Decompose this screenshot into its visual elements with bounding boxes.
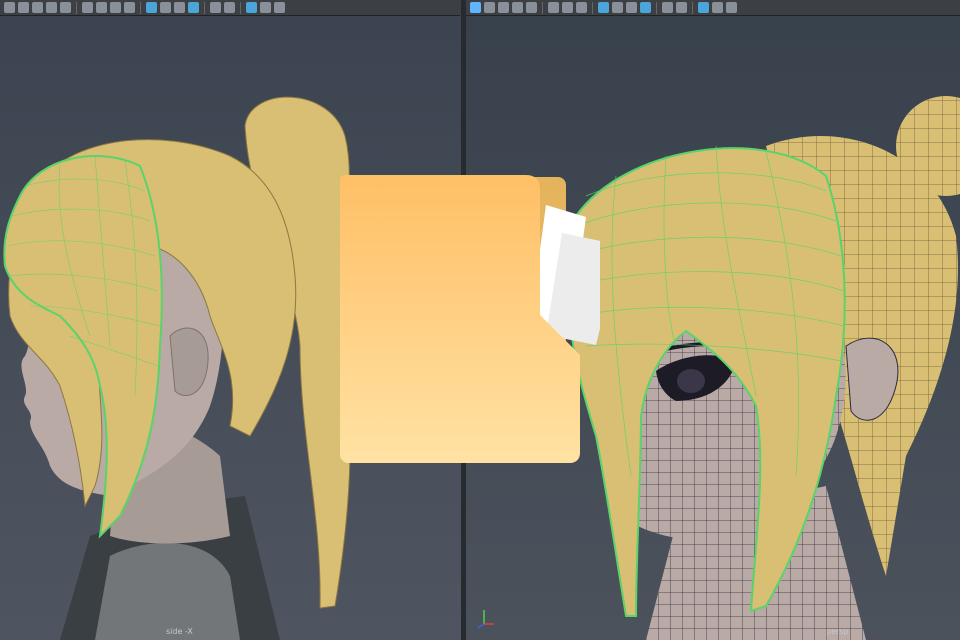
grid-icon[interactable]: [82, 2, 93, 13]
select-camera-icon[interactable]: [18, 2, 29, 13]
shadows-icon[interactable]: [210, 2, 221, 13]
isolate-select-icon[interactable]: [246, 2, 257, 13]
resolution-gate-icon[interactable]: [576, 2, 587, 13]
lights-icon[interactable]: [676, 2, 687, 13]
exposure-icon[interactable]: [726, 2, 737, 13]
toolbar-separator: [692, 1, 693, 14]
axis-gizmo: [477, 610, 494, 629]
toolbar-separator: [140, 1, 141, 14]
default-material-icon[interactable]: [174, 2, 185, 13]
shadows-icon[interactable]: [662, 2, 673, 13]
bookmark-icon[interactable]: [526, 2, 537, 13]
image-plane-icon[interactable]: [60, 2, 71, 13]
exposure-icon[interactable]: [274, 2, 285, 13]
frame-icon[interactable]: [484, 2, 495, 13]
default-material-icon[interactable]: [626, 2, 637, 13]
safe-area-icon[interactable]: [124, 2, 135, 13]
isolate-select-icon[interactable]: [698, 2, 709, 13]
toolbar-separator: [592, 1, 593, 14]
viewport-label-side: side -X: [166, 627, 193, 636]
viewport-toolbar-right: [466, 0, 960, 16]
wireframe-icon[interactable]: [598, 2, 609, 13]
toolbar-separator: [204, 1, 205, 14]
smooth-shade-icon[interactable]: [160, 2, 171, 13]
folder-icon: [340, 175, 620, 465]
grid-icon[interactable]: [548, 2, 559, 13]
film-gate-icon[interactable]: [96, 2, 107, 13]
toolbar-separator: [76, 1, 77, 14]
xray-joints-icon[interactable]: [712, 2, 723, 13]
xray-icon[interactable]: [640, 2, 651, 13]
toolbar-separator: [240, 1, 241, 14]
smooth-shade-icon[interactable]: [612, 2, 623, 13]
viewport-label-persp: persp: [826, 627, 849, 636]
xray-joints-icon[interactable]: [260, 2, 271, 13]
lock-camera-icon[interactable]: [32, 2, 43, 13]
ambient-occlusion-icon[interactable]: [224, 2, 235, 13]
toolbar-separator: [656, 1, 657, 14]
film-gate-icon[interactable]: [562, 2, 573, 13]
camera-icon[interactable]: [4, 2, 15, 13]
select-camera-icon[interactable]: [512, 2, 523, 13]
toolbar-separator: [542, 1, 543, 14]
camera-icon[interactable]: [498, 2, 509, 13]
resolution-gate-icon[interactable]: [110, 2, 121, 13]
xray-icon[interactable]: [188, 2, 199, 13]
wireframe-icon[interactable]: [146, 2, 157, 13]
bookmark-icon[interactable]: [46, 2, 57, 13]
all-icon[interactable]: [470, 2, 481, 13]
viewport-toolbar-left: [0, 0, 460, 16]
